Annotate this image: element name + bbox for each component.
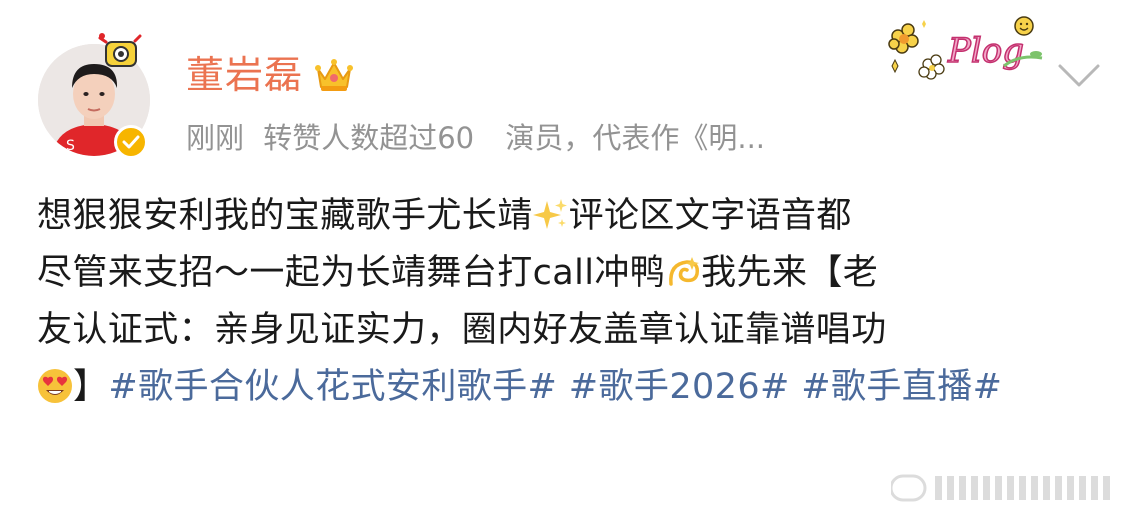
heart-eyes-emoji (38, 369, 72, 403)
dizzy-emoji (669, 257, 700, 286)
username[interactable]: 董岩磊 (186, 50, 303, 100)
crown-icon[interactable] (313, 55, 355, 95)
plog-decoration: Plog (888, 16, 1043, 80)
content-text-2: 尽管来支招～一起为长靖舞台打call冲鸭 (37, 253, 666, 293)
author-row: 董岩磊 (186, 50, 355, 100)
hashtag-link[interactable]: #歌手合伙人花式安利歌手# (108, 367, 557, 407)
weibo-post-card: S 董岩磊 刚刚 转赞人数超过60 演员，代表作《明... Plog 想狠狠安利… (0, 0, 1130, 513)
content-text-2b: 我先来【老 (701, 253, 879, 293)
hashtag-link[interactable]: #歌手2026# (569, 367, 790, 407)
svg-text:Plog: Plog (947, 31, 1024, 71)
camera-sticker-icon (98, 33, 142, 67)
content-text-1b: 评论区文字语音都 (568, 196, 852, 236)
content-text-1: 想狠狠安利我的宝藏歌手尤长靖 (37, 196, 533, 236)
post-time: 刚刚 (186, 121, 245, 155)
svg-text:S: S (66, 138, 75, 154)
content-close-bracket: 】 (73, 367, 109, 407)
watermark-logo (891, 474, 1110, 502)
sparkles-emoji (532, 199, 567, 229)
author-bio: 演员，代表作《明... (505, 121, 766, 155)
chevron-down-icon[interactable] (1056, 60, 1102, 90)
forward-count-note: 转赞人数超过60 (263, 121, 475, 155)
post-content: 想狠狠安利我的宝藏歌手尤长靖 评论区文字语音都尽管来支招～一起为长靖舞台打call… (37, 188, 1097, 416)
hashtag-link[interactable]: #歌手直播# (801, 367, 1002, 407)
content-text-3: 友认证式：亲身见证实力，圈内好友盖章认证靠谱唱功 (37, 310, 887, 350)
verified-badge-icon (114, 125, 148, 159)
post-meta: 刚刚 转赞人数超过60 演员，代表作《明... (186, 116, 765, 160)
